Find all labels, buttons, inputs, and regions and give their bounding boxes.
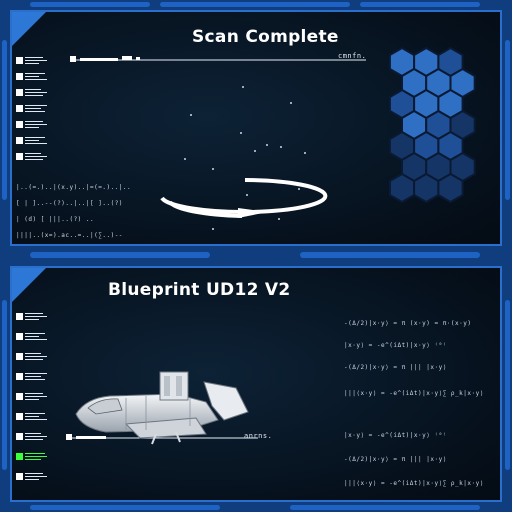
sidebar-item[interactable] — [16, 392, 50, 404]
hex-cell — [437, 172, 464, 204]
frame-bar — [505, 40, 510, 200]
formula-line: | (d) [ |||..(?) .. — [16, 216, 95, 223]
sidebar-item[interactable] — [16, 152, 50, 164]
frame-bar — [30, 2, 150, 7]
frame-bar — [30, 505, 220, 510]
sidebar-item[interactable] — [16, 136, 50, 148]
sidebar-item[interactable] — [16, 56, 50, 68]
frame-bar — [30, 252, 210, 258]
sidebar-item[interactable] — [16, 332, 50, 344]
sidebar-item[interactable] — [16, 120, 50, 132]
star — [184, 158, 186, 160]
formula-line: -(Δ/2)|x·y⟩ = π (x·y) = π·(x·y) — [344, 320, 472, 327]
sidebar-item[interactable] — [16, 352, 50, 364]
sidebar-item[interactable] — [16, 312, 50, 324]
scan-panel: Scan Complete cmnfn. |..(=.)..|(x.y)..|=… — [10, 10, 502, 246]
frame-bar — [160, 2, 350, 7]
star — [242, 86, 244, 88]
formula-line: |||⟨x·y⟩ = -e^(iΔt)|x·y⟩∑ ρ_k|x·y⟩ — [344, 480, 484, 487]
formula-line: |||⟨x·y⟩ = -e^(iΔt)|x·y⟩∑ ρ_k|x·y⟩ — [344, 390, 484, 397]
star — [280, 146, 282, 148]
blueprint-title: Blueprint UD12 V2 — [108, 280, 291, 300]
spaceship-icon — [75, 371, 249, 445]
sidebar-item[interactable] — [16, 104, 50, 116]
hex-cell — [413, 172, 440, 204]
star — [190, 114, 192, 116]
formula-line: |x·y⟩ = -e^(iΔt)|x·y⟩ ⁽⁰⁾ — [344, 342, 447, 349]
sidebar-item[interactable] — [16, 412, 50, 424]
panel-corner — [12, 268, 46, 302]
scan-title: Scan Complete — [192, 27, 339, 47]
panel-corner — [12, 12, 46, 46]
blueprint-panel: Blueprint UD12 V2 anrns. -(Δ/2)|x·y⟩ = π… — [10, 266, 502, 502]
sidebar-item[interactable] — [16, 88, 50, 100]
frame-bar — [2, 300, 7, 470]
star — [290, 102, 292, 104]
sidebar-item-active[interactable] — [16, 452, 50, 464]
frame-bar — [300, 252, 480, 258]
star — [212, 228, 214, 230]
sidebar-item[interactable] — [16, 432, 50, 444]
sidebar-item[interactable] — [16, 372, 50, 384]
scan-ring-icon — [160, 178, 328, 218]
star — [266, 144, 268, 146]
star — [254, 150, 256, 152]
formula-line: -(Δ/2)|x·y⟩ = π ||| |x·y⟩ — [344, 364, 447, 371]
formula-line: ||||..(x=).ac..=..|(∑..)-- — [16, 232, 123, 239]
scale-label: cmnfn. — [338, 52, 367, 60]
blueprint-sidebar — [16, 312, 50, 492]
frame-bar — [2, 40, 7, 200]
star — [304, 152, 306, 154]
hex-cell — [388, 172, 416, 204]
frame-bar — [505, 300, 510, 470]
frame-bar — [360, 2, 480, 7]
sidebar-item[interactable] — [16, 72, 50, 84]
formula-line: |x·y⟩ = -e^(iΔt)|x·y⟩ ⁽⁰⁾ — [344, 432, 447, 439]
sidebar-item[interactable] — [16, 472, 50, 484]
frame-bar — [290, 505, 480, 510]
hud-frame: Scan Complete cmnfn. |..(=.)..|(x.y)..|=… — [0, 0, 512, 512]
star — [240, 132, 242, 134]
hex-grid — [388, 46, 476, 204]
star — [212, 168, 214, 170]
formula-line: |..(=.)..|(x.y)..|=(=.)..|.. — [16, 184, 132, 191]
scan-sidebar — [16, 56, 50, 168]
formula-line: -(Δ/2)|x·y⟩ = π ||| |x·y⟩ — [344, 456, 447, 463]
formula-line: [ | ]..--(?)..|..|[ ]..(?) — [16, 200, 123, 207]
